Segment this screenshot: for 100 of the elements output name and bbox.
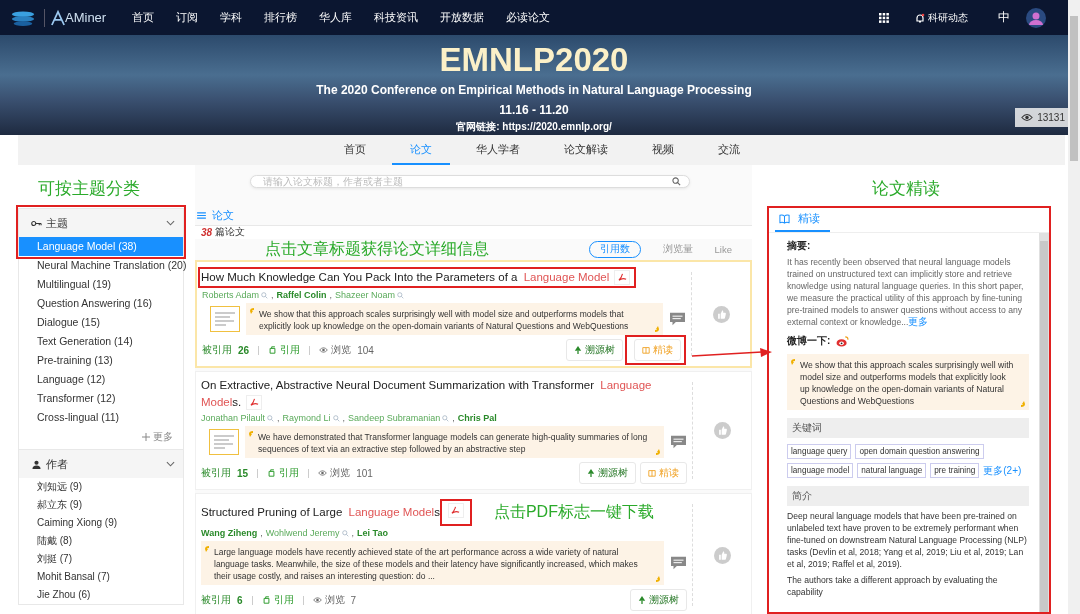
author-separator: , <box>342 413 346 423</box>
quote-icon <box>250 308 254 314</box>
thumbs-up-icon[interactable] <box>713 546 731 564</box>
paper-abstract: We have demonstrated that Transformer language models can generate high-quality summaries of long sequences of text via an extractive step followed by an abstractive step <box>258 431 649 455</box>
paper-title-link[interactable]: On Extractive, Abstractive Neural Document Summarization with Transformer Language Models. <box>201 377 687 411</box>
paper-title-link[interactable]: Structured Pruning of Large Language Models <box>201 504 440 521</box>
filter-item[interactable]: 刘挺 (7) <box>19 550 183 568</box>
pdf-icon[interactable] <box>614 270 631 286</box>
comment-icon[interactable] <box>669 311 686 327</box>
cite-link[interactable]: 引用 <box>268 343 301 357</box>
keyword-tag[interactable]: open domain question answering <box>855 444 984 459</box>
section-tab[interactable]: 论文解读 <box>545 135 626 165</box>
filter-item[interactable]: Question Answering (16) <box>19 294 183 313</box>
cited-by-label: 被引用 <box>201 466 231 480</box>
paper-title-link[interactable]: How Much Knowledge Can You Pack Into the Parameters of a Language Model <box>198 267 637 288</box>
author-link[interactable]: Raffel Colin <box>276 290 327 300</box>
paper-abstract: We show that this approach scales surprisingly well with model size and outperforms models that explicitly look up knowledge on the open-domain variants of Natural Questions and WebQuestions <box>259 308 630 332</box>
filter-item[interactable]: Pre-training (13) <box>19 351 183 370</box>
keyword-tag[interactable]: natural language <box>857 463 927 478</box>
trace-tree-button[interactable]: 溯源树 <box>630 589 687 611</box>
nav-link[interactable]: 必读论文 <box>506 10 551 25</box>
document-icon <box>268 346 278 354</box>
quote-icon <box>791 359 795 365</box>
filter-item[interactable]: Caiming Xiong (9) <box>19 514 183 532</box>
result-count: 38 <box>201 227 213 238</box>
chevron-icon[interactable] <box>166 461 175 467</box>
keyword-tag[interactable]: language query <box>787 444 852 459</box>
conference-dates: 11.16 - 11.20 <box>499 103 569 117</box>
section-tab[interactable]: 视频 <box>633 135 692 165</box>
book-icon <box>642 346 650 354</box>
chevron-icon[interactable] <box>166 220 175 226</box>
paper-thumbnail[interactable] <box>209 429 239 455</box>
trace-tree-button[interactable]: 溯源树 <box>566 339 623 361</box>
filter-item[interactable]: Transformer (12) <box>19 389 183 408</box>
panel-scrollbar[interactable] <box>1039 233 1049 612</box>
eye-icon <box>318 469 328 477</box>
cited-by-count: 6 <box>237 594 243 606</box>
nav-link[interactable]: 学科 <box>220 10 243 25</box>
filter-item[interactable]: Language (12) <box>19 370 183 389</box>
apps-grid-icon[interactable] <box>879 12 889 23</box>
filter-item[interactable]: Dialogue (15) <box>19 313 183 332</box>
eye-icon <box>312 596 322 604</box>
website-link[interactable]: https://2020.emnlp.org/ <box>502 121 612 132</box>
thumbs-up-icon[interactable] <box>713 422 731 439</box>
section-tab[interactable]: 首页 <box>325 135 384 165</box>
filter-item[interactable]: 刘知远 (9) <box>19 478 183 496</box>
filter-item[interactable]: 陆戴 (8) <box>19 532 183 550</box>
search-icon[interactable] <box>672 177 681 186</box>
book-icon <box>779 214 790 224</box>
quote-icon <box>656 576 660 582</box>
nav-link[interactable]: 排行榜 <box>264 10 298 25</box>
quote-icon <box>1021 401 1025 407</box>
keyword-tag[interactable]: pre training <box>930 463 980 478</box>
callout-text: 可按主题分类 <box>37 178 141 200</box>
nav-link[interactable]: 科技资讯 <box>374 10 419 25</box>
author-link[interactable]: Wang Ziheng <box>201 528 258 538</box>
page-scrollbar[interactable] <box>1068 0 1080 614</box>
quote-icon <box>249 431 253 437</box>
filter-item[interactable]: Cross-lingual (11) <box>19 408 183 427</box>
filter-item[interactable]: Text Generation (14) <box>19 332 183 351</box>
section-header[interactable]: 主题 <box>19 208 183 237</box>
author-separator: , <box>277 413 280 423</box>
news-link[interactable]: 科研动态 <box>915 10 968 25</box>
abstract-text: It has recently been observed that neural language models trained on unstructured text can implicitly store and retrieve knowledge using natural language queries. In this short paper, we measure the practical utility of this approach by fine-tuning pre-trained models to answer questions without access to any external context or knowledge...更多 <box>787 256 1025 328</box>
section-tab[interactable]: 交流 <box>699 135 758 165</box>
author-link[interactable]: Chris Pal <box>457 413 497 423</box>
comment-icon[interactable] <box>670 555 687 571</box>
nav-link[interactable]: 首页 <box>132 10 155 25</box>
nav-link[interactable]: 开放数据 <box>440 10 485 25</box>
avatar-icon[interactable] <box>1026 7 1046 28</box>
pdf-icon[interactable] <box>447 503 464 518</box>
section-header[interactable]: 作者 <box>19 449 183 478</box>
filter-item[interactable]: Jie Zhou (6) <box>19 586 183 604</box>
site-logo[interactable]: AMiner <box>65 10 107 25</box>
author-link[interactable]: Lei Tao <box>357 528 388 538</box>
section-tab[interactable]: 华人学者 <box>457 135 538 165</box>
eye-icon <box>319 346 329 354</box>
filter-item[interactable]: Multilingual (19) <box>19 275 183 294</box>
nav-link[interactable]: 订阅 <box>176 10 199 25</box>
views-count: 104 <box>357 344 374 356</box>
weibo-icon[interactable] <box>836 335 850 347</box>
filter-item[interactable]: Mohit Bansal (7) <box>19 568 183 586</box>
pdf-icon[interactable] <box>246 395 263 411</box>
filter-item[interactable]: 郝立东 (9) <box>19 496 183 514</box>
keyword-tag[interactable]: language model <box>787 463 854 478</box>
trace-tree-button[interactable]: 溯源树 <box>579 462 636 484</box>
list-icon <box>197 212 206 219</box>
cited-by-label: 被引用 <box>201 593 231 607</box>
document-icon <box>261 596 271 604</box>
cite-link[interactable]: 引用 <box>267 466 300 480</box>
thumbs-up-icon[interactable] <box>712 305 730 323</box>
triangle-logo-icon <box>51 8 65 27</box>
language-menu[interactable]: 中 <box>998 9 1010 26</box>
book-icon <box>648 469 656 477</box>
cite-link[interactable]: 引用 <box>261 593 294 607</box>
more-link[interactable]: 更多 <box>142 430 173 444</box>
nav-link[interactable]: 华人库 <box>319 10 353 25</box>
callout-text: 点击文章标题获得论文详细信息 <box>265 239 489 259</box>
comment-icon[interactable] <box>670 434 687 450</box>
paper-thumbnail[interactable] <box>210 306 240 332</box>
